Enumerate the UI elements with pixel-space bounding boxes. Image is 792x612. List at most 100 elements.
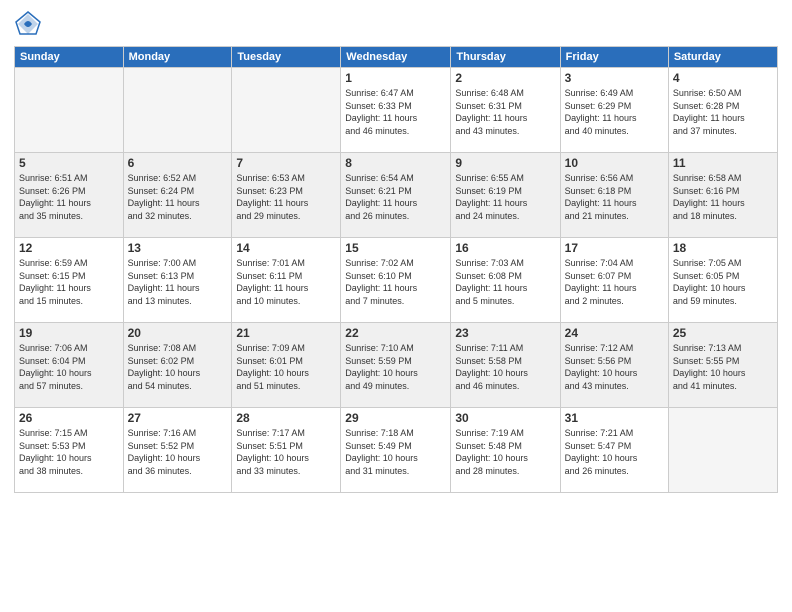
day-number: 15 xyxy=(345,241,446,255)
calendar-cell: 10 Sunrise: 6:56 AM Sunset: 6:18 PM Dayli… xyxy=(560,153,668,238)
day-number: 7 xyxy=(236,156,336,170)
calendar-cell: 13 Sunrise: 7:00 AM Sunset: 6:13 PM Dayli… xyxy=(123,238,232,323)
day-number: 8 xyxy=(345,156,446,170)
day-number: 5 xyxy=(19,156,119,170)
day-info: Sunrise: 7:10 AM Sunset: 5:59 PM Dayligh… xyxy=(345,342,446,392)
calendar-cell: 14 Sunrise: 7:01 AM Sunset: 6:11 PM Dayli… xyxy=(232,238,341,323)
calendar-cell: 22 Sunrise: 7:10 AM Sunset: 5:59 PM Dayli… xyxy=(341,323,451,408)
day-number: 4 xyxy=(673,71,773,85)
day-info: Sunrise: 7:01 AM Sunset: 6:11 PM Dayligh… xyxy=(236,257,336,307)
day-info: Sunrise: 7:09 AM Sunset: 6:01 PM Dayligh… xyxy=(236,342,336,392)
day-info: Sunrise: 7:13 AM Sunset: 5:55 PM Dayligh… xyxy=(673,342,773,392)
day-info: Sunrise: 7:05 AM Sunset: 6:05 PM Dayligh… xyxy=(673,257,773,307)
day-info: Sunrise: 6:48 AM Sunset: 6:31 PM Dayligh… xyxy=(455,87,555,137)
day-number: 2 xyxy=(455,71,555,85)
calendar-cell: 8 Sunrise: 6:54 AM Sunset: 6:21 PM Daylig… xyxy=(341,153,451,238)
calendar-cell: 17 Sunrise: 7:04 AM Sunset: 6:07 PM Dayli… xyxy=(560,238,668,323)
calendar-cell: 7Sunrise: 6:53 AM Sunset: 6:23 PM Daylig… xyxy=(232,153,341,238)
weekday-header-sunday: Sunday xyxy=(15,47,124,68)
day-info: Sunrise: 6:55 AM Sunset: 6:19 PM Dayligh… xyxy=(455,172,555,222)
calendar-week-3: 12 Sunrise: 6:59 AM Sunset: 6:15 PM Dayli… xyxy=(15,238,778,323)
day-info: Sunrise: 7:15 AM Sunset: 5:53 PM Dayligh… xyxy=(19,427,119,477)
day-info: Sunrise: 6:50 AM Sunset: 6:28 PM Dayligh… xyxy=(673,87,773,137)
calendar-cell: 28Sunrise: 7:17 AM Sunset: 5:51 PM Dayli… xyxy=(232,408,341,493)
calendar-cell: 15Sunrise: 7:02 AM Sunset: 6:10 PM Dayli… xyxy=(341,238,451,323)
day-number: 29 xyxy=(345,411,446,425)
day-number: 30 xyxy=(455,411,555,425)
day-info: Sunrise: 7:06 AM Sunset: 6:04 PM Dayligh… xyxy=(19,342,119,392)
weekday-header-row: SundayMondayTuesdayWednesdayThursdayFrid… xyxy=(15,47,778,68)
calendar-week-2: 5 Sunrise: 6:51 AM Sunset: 6:26 PM Daylig… xyxy=(15,153,778,238)
day-number: 21 xyxy=(236,326,336,340)
weekday-header-tuesday: Tuesday xyxy=(232,47,341,68)
calendar-cell: 11 Sunrise: 6:58 AM Sunset: 6:16 PM Dayli… xyxy=(668,153,777,238)
day-info: Sunrise: 7:16 AM Sunset: 5:52 PM Dayligh… xyxy=(128,427,228,477)
day-number: 6 xyxy=(128,156,228,170)
day-number: 26 xyxy=(19,411,119,425)
day-number: 25 xyxy=(673,326,773,340)
day-number: 22 xyxy=(345,326,446,340)
calendar-cell: 20 Sunrise: 7:08 AM Sunset: 6:02 PM Dayli… xyxy=(123,323,232,408)
calendar-week-1: 1 Sunrise: 6:47 AM Sunset: 6:33 PM Daylig… xyxy=(15,68,778,153)
calendar-cell: 30Sunrise: 7:19 AM Sunset: 5:48 PM Dayli… xyxy=(451,408,560,493)
day-info: Sunrise: 6:59 AM Sunset: 6:15 PM Dayligh… xyxy=(19,257,119,307)
calendar-cell xyxy=(15,68,124,153)
weekday-header-wednesday: Wednesday xyxy=(341,47,451,68)
calendar-cell: 16 Sunrise: 7:03 AM Sunset: 6:08 PM Dayli… xyxy=(451,238,560,323)
calendar-cell: 23Sunrise: 7:11 AM Sunset: 5:58 PM Dayli… xyxy=(451,323,560,408)
day-info: Sunrise: 6:47 AM Sunset: 6:33 PM Dayligh… xyxy=(345,87,446,137)
day-number: 23 xyxy=(455,326,555,340)
calendar-cell: 4 Sunrise: 6:50 AM Sunset: 6:28 PM Daylig… xyxy=(668,68,777,153)
day-number: 13 xyxy=(128,241,228,255)
calendar-cell: 18 Sunrise: 7:05 AM Sunset: 6:05 PM Dayli… xyxy=(668,238,777,323)
day-number: 17 xyxy=(565,241,664,255)
weekday-header-friday: Friday xyxy=(560,47,668,68)
calendar-cell: 31 Sunrise: 7:21 AM Sunset: 5:47 PM Dayli… xyxy=(560,408,668,493)
day-number: 19 xyxy=(19,326,119,340)
calendar-week-4: 19 Sunrise: 7:06 AM Sunset: 6:04 PM Dayli… xyxy=(15,323,778,408)
calendar-cell: 6 Sunrise: 6:52 AM Sunset: 6:24 PM Daylig… xyxy=(123,153,232,238)
logo xyxy=(14,10,46,38)
calendar-cell: 21 Sunrise: 7:09 AM Sunset: 6:01 PM Dayli… xyxy=(232,323,341,408)
day-number: 12 xyxy=(19,241,119,255)
day-info: Sunrise: 6:51 AM Sunset: 6:26 PM Dayligh… xyxy=(19,172,119,222)
day-info: Sunrise: 6:52 AM Sunset: 6:24 PM Dayligh… xyxy=(128,172,228,222)
day-number: 11 xyxy=(673,156,773,170)
day-number: 16 xyxy=(455,241,555,255)
day-info: Sunrise: 7:08 AM Sunset: 6:02 PM Dayligh… xyxy=(128,342,228,392)
calendar-cell: 12 Sunrise: 6:59 AM Sunset: 6:15 PM Dayli… xyxy=(15,238,124,323)
calendar-cell: 19 Sunrise: 7:06 AM Sunset: 6:04 PM Dayli… xyxy=(15,323,124,408)
day-info: Sunrise: 7:03 AM Sunset: 6:08 PM Dayligh… xyxy=(455,257,555,307)
day-number: 9 xyxy=(455,156,555,170)
page: SundayMondayTuesdayWednesdayThursdayFrid… xyxy=(0,0,792,612)
day-info: Sunrise: 7:04 AM Sunset: 6:07 PM Dayligh… xyxy=(565,257,664,307)
calendar-cell: 5 Sunrise: 6:51 AM Sunset: 6:26 PM Daylig… xyxy=(15,153,124,238)
calendar-table: SundayMondayTuesdayWednesdayThursdayFrid… xyxy=(14,46,778,493)
day-info: Sunrise: 7:21 AM Sunset: 5:47 PM Dayligh… xyxy=(565,427,664,477)
day-info: Sunrise: 6:49 AM Sunset: 6:29 PM Dayligh… xyxy=(565,87,664,137)
calendar-cell: 24 Sunrise: 7:12 AM Sunset: 5:56 PM Dayli… xyxy=(560,323,668,408)
day-number: 20 xyxy=(128,326,228,340)
calendar-cell xyxy=(668,408,777,493)
day-number: 10 xyxy=(565,156,664,170)
weekday-header-monday: Monday xyxy=(123,47,232,68)
day-info: Sunrise: 7:12 AM Sunset: 5:56 PM Dayligh… xyxy=(565,342,664,392)
day-number: 3 xyxy=(565,71,664,85)
calendar-cell: 3 Sunrise: 6:49 AM Sunset: 6:29 PM Daylig… xyxy=(560,68,668,153)
day-info: Sunrise: 6:54 AM Sunset: 6:21 PM Dayligh… xyxy=(345,172,446,222)
day-number: 14 xyxy=(236,241,336,255)
weekday-header-thursday: Thursday xyxy=(451,47,560,68)
day-info: Sunrise: 7:00 AM Sunset: 6:13 PM Dayligh… xyxy=(128,257,228,307)
day-number: 28 xyxy=(236,411,336,425)
day-number: 1 xyxy=(345,71,446,85)
day-info: Sunrise: 6:56 AM Sunset: 6:18 PM Dayligh… xyxy=(565,172,664,222)
logo-icon xyxy=(14,10,42,38)
calendar-cell: 25 Sunrise: 7:13 AM Sunset: 5:55 PM Dayli… xyxy=(668,323,777,408)
day-number: 24 xyxy=(565,326,664,340)
header xyxy=(14,10,778,38)
day-number: 31 xyxy=(565,411,664,425)
day-info: Sunrise: 7:18 AM Sunset: 5:49 PM Dayligh… xyxy=(345,427,446,477)
day-number: 18 xyxy=(673,241,773,255)
calendar-cell: 26 Sunrise: 7:15 AM Sunset: 5:53 PM Dayli… xyxy=(15,408,124,493)
day-info: Sunrise: 6:58 AM Sunset: 6:16 PM Dayligh… xyxy=(673,172,773,222)
